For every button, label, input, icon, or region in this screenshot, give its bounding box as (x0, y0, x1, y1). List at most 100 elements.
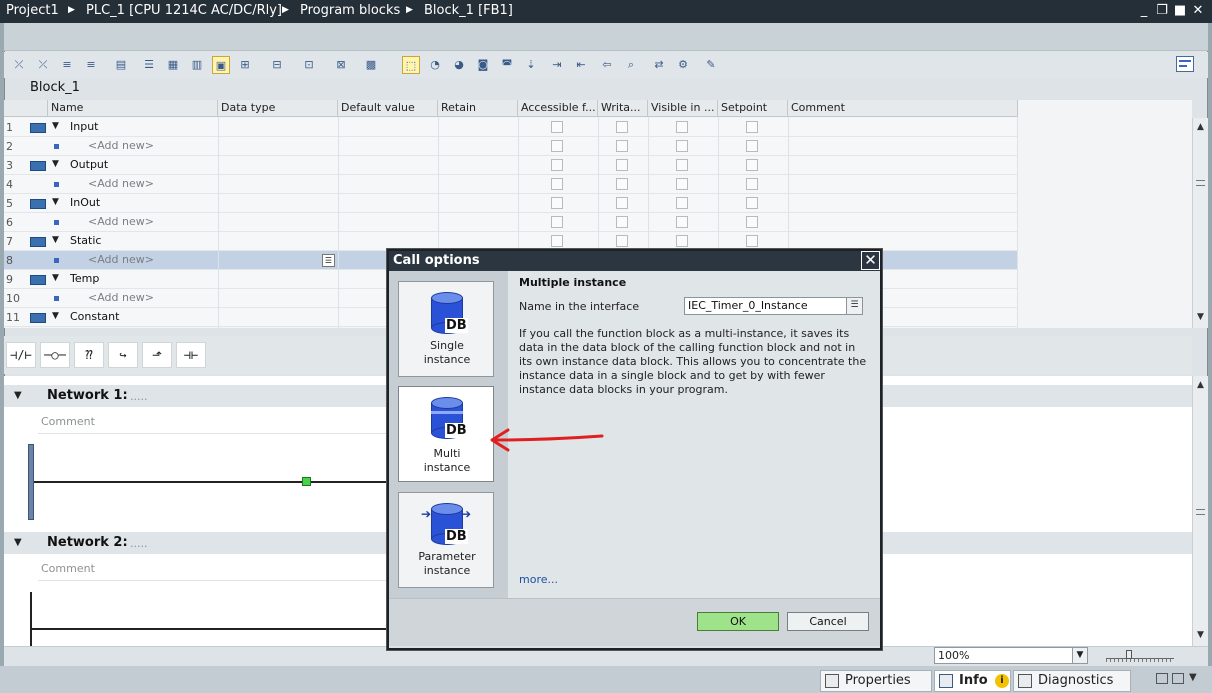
scroll-up-icon[interactable]: ▲ (1193, 120, 1208, 135)
zoom-slider-thumb[interactable] (1126, 650, 1132, 659)
table-row[interactable]: 1 ▼ Input (4, 118, 1017, 137)
table-row[interactable]: 2 <Add new> (4, 137, 1017, 156)
zoom-dropdown-icon[interactable]: ▼ (1072, 648, 1087, 663)
insert-network-icon[interactable]: ⊞ (236, 56, 254, 74)
zoom-slider[interactable] (1106, 650, 1174, 662)
delete-var2-icon[interactable]: ⤫ (34, 56, 52, 74)
fbd-icon[interactable]: ▥ (188, 56, 206, 74)
delete-var-icon[interactable]: ⤫ (10, 56, 28, 74)
cancel-button[interactable]: Cancel (787, 612, 869, 631)
column-header-default-value[interactable]: Default value (338, 100, 438, 117)
find-icon[interactable]: ⌕ (622, 56, 640, 74)
row-checkbox[interactable] (676, 216, 688, 228)
table-row[interactable]: 5 ▼ InOut (4, 194, 1017, 213)
favorites-icon[interactable]: ⬚ (402, 56, 420, 74)
add-new-cell[interactable]: <Add new> (88, 215, 154, 228)
force-icon[interactable]: ◚ (498, 56, 516, 74)
row-checkbox[interactable] (676, 159, 688, 171)
collapse-section-icon[interactable]: ▼ (52, 159, 59, 169)
network-1-insert-point[interactable] (302, 477, 311, 486)
table-row[interactable]: 6 <Add new> (4, 213, 1017, 232)
row-checkbox[interactable] (676, 121, 688, 133)
comment-icon[interactable]: ▣ (212, 56, 230, 74)
row-checkbox[interactable] (746, 140, 758, 152)
collapse-section-icon[interactable]: ▼ (52, 311, 59, 321)
row-checkbox[interactable] (616, 140, 628, 152)
close-branch-icon[interactable]: ⬏ (142, 342, 172, 368)
no-contact-icon[interactable]: ⊣/⊢ (6, 342, 36, 368)
row-checkbox[interactable] (551, 140, 563, 152)
add-new-cell[interactable]: <Add new> (88, 139, 154, 152)
data-type-browse-icon[interactable]: ☰ (322, 254, 335, 267)
breadcrumb-block[interactable]: Block_1 [FB1] (424, 3, 513, 18)
open-branch-icon[interactable]: ↪ (108, 342, 138, 368)
network-2-comment[interactable]: Comment (38, 559, 388, 581)
collapse-section-icon[interactable]: ▼ (52, 235, 59, 245)
layout-icon[interactable] (1176, 56, 1194, 72)
insert-row-icon[interactable]: ≡ (58, 56, 76, 74)
properties-icon[interactable]: ⚙ (674, 56, 692, 74)
close-icon[interactable]: ✕ (1190, 2, 1206, 20)
add-row-icon[interactable]: ≡ (82, 56, 100, 74)
scroll-down-icon[interactable]: ▼ (1193, 628, 1208, 643)
scroll-up-icon[interactable]: ▲ (1193, 378, 1208, 393)
row-checkbox[interactable] (746, 159, 758, 171)
column-header-retain[interactable]: Retain (438, 100, 518, 117)
column-header-writable[interactable]: Writa... (598, 100, 648, 117)
row-checkbox[interactable] (616, 235, 628, 247)
row-checkbox[interactable] (551, 121, 563, 133)
row-checkbox[interactable] (551, 159, 563, 171)
split-panel-icon[interactable] (1172, 673, 1184, 684)
stl-icon[interactable]: ▦ (164, 56, 182, 74)
go-to-icon[interactable]: ⇥ (548, 56, 566, 74)
row-checkbox[interactable] (746, 235, 758, 247)
breadcrumb-program-blocks[interactable]: Program blocks (300, 3, 400, 18)
table-row[interactable]: 3 ▼ Output (4, 156, 1017, 175)
close-icon[interactable]: ✕ (861, 251, 880, 270)
open-plc-icon[interactable]: ▤ (112, 56, 130, 74)
download-icon[interactable]: ⇣ (522, 56, 540, 74)
empty-box-icon[interactable]: ⁇ (74, 342, 104, 368)
table-row[interactable]: 4 <Add new> (4, 175, 1017, 194)
row-checkbox[interactable] (676, 178, 688, 190)
breadcrumb-plc[interactable]: PLC_1 [CPU 1214C AC/DC/Rly] (86, 3, 282, 18)
row-checkbox[interactable] (551, 178, 563, 190)
column-header-name[interactable]: Name (48, 100, 218, 117)
row-checkbox[interactable] (551, 235, 563, 247)
row-checkbox[interactable] (676, 197, 688, 209)
collapse-section-icon[interactable]: ▼ (52, 197, 59, 207)
zoom-select[interactable]: 100% (934, 647, 1088, 664)
row-checkbox[interactable] (746, 216, 758, 228)
prev-error-icon[interactable]: ⇦ (598, 56, 616, 74)
column-header-comment[interactable]: Comment (788, 100, 1018, 117)
modify-icon[interactable]: ◙ (474, 56, 492, 74)
row-checkbox[interactable] (616, 159, 628, 171)
row-checkbox[interactable] (746, 178, 758, 190)
absolute-display-icon[interactable]: ▩ (362, 56, 380, 74)
ladder-icon[interactable]: ☰ (140, 56, 158, 74)
row-checkbox[interactable] (676, 140, 688, 152)
expand-icon[interactable]: ⊠ (332, 56, 350, 74)
column-header-setpoint[interactable]: Setpoint (718, 100, 788, 117)
single-instance-option[interactable]: DB Single instance (398, 281, 494, 377)
delete-network-icon[interactable]: ⊟ (268, 56, 286, 74)
ok-button[interactable]: OK (697, 612, 779, 631)
add-new-cell[interactable]: <Add new> (88, 177, 154, 190)
collapse-panel-icon[interactable]: ▼ (1189, 672, 1197, 683)
tab-info[interactable]: Info i (934, 670, 1011, 692)
row-checkbox[interactable] (676, 235, 688, 247)
restore-icon[interactable]: ❐ (1154, 2, 1170, 20)
float-panel-icon[interactable] (1156, 673, 1168, 684)
nc-contact-icon[interactable]: ⊣⊢ (176, 342, 206, 368)
row-checkbox[interactable] (616, 197, 628, 209)
multi-instance-option[interactable]: DB Multi instance (398, 386, 494, 482)
parameter-instance-option[interactable]: DB ➔ ➔ Parameter instance (398, 492, 494, 588)
tab-diagnostics[interactable]: Diagnostics (1013, 670, 1131, 692)
network-1-title-field[interactable]: ..... (130, 390, 147, 403)
collapse-section-icon[interactable]: ▼ (52, 273, 59, 283)
row-checkbox[interactable] (551, 216, 563, 228)
replace-icon[interactable]: ⇄ (650, 56, 668, 74)
add-new-cell[interactable]: <Add new> (88, 291, 154, 304)
interface-scrollbar[interactable]: ▲ ▼ (1192, 118, 1208, 328)
set-value-icon[interactable]: ◕ (450, 56, 468, 74)
